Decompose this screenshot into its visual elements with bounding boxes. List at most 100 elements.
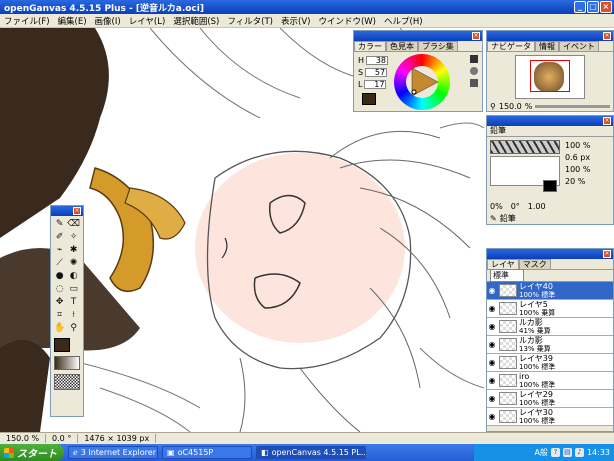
layer-panel-close-icon[interactable]: ×: [603, 250, 611, 258]
min-size-row[interactable]: 20 %: [565, 176, 590, 188]
tool-palette-close-icon[interactable]: ×: [73, 207, 81, 215]
current-color-swatch[interactable]: [362, 93, 376, 105]
layer-row[interactable]: ◉ ルカ影 13% 乗算: [487, 336, 613, 354]
zoom-tool-icon[interactable]: ⚲: [67, 322, 80, 333]
task-folder[interactable]: ▣ oC4515P: [162, 446, 252, 459]
windows-flag-icon: [4, 447, 14, 458]
main-color-swatch[interactable]: [54, 338, 70, 352]
fill-tool-icon[interactable]: ●: [54, 270, 65, 281]
menu-view[interactable]: 表示(V): [277, 15, 314, 27]
tool-name[interactable]: 鉛筆: [500, 213, 516, 224]
eye-icon[interactable]: ◉: [487, 286, 497, 295]
layer-row[interactable]: ◉ レイヤ29 100% 標準: [487, 390, 613, 408]
minimize-button[interactable]: _: [574, 1, 586, 13]
navigator-preview[interactable]: [515, 55, 585, 99]
opacity-row[interactable]: 100 %: [565, 140, 590, 152]
hand-tool-icon[interactable]: ✋: [54, 322, 65, 333]
tool-palette: × ✎ ⌫ ✐ ✧ ⌁ ✱ ⟋ ✺ ● ◐ ◌ ▭ ✥ T ⌗ ⟊ ✋ ⚲: [50, 205, 84, 417]
layer-name: レイヤ30: [519, 407, 553, 417]
tab-info[interactable]: 情報: [535, 41, 559, 51]
menu-selection[interactable]: 選択範囲(S): [169, 15, 223, 27]
layer-row[interactable]: ◉ ルカ影 41% 乗算: [487, 318, 613, 336]
menu-image[interactable]: 画像(I): [91, 15, 125, 27]
eye-icon[interactable]: ◉: [487, 322, 497, 331]
menu-help[interactable]: ヘルプ(H): [380, 15, 427, 27]
blur-tool-icon[interactable]: ✱: [67, 244, 80, 255]
pencil-tool-icon[interactable]: ✐: [54, 231, 65, 242]
eye-icon[interactable]: ◉: [487, 376, 497, 385]
eye-icon[interactable]: ◉: [487, 304, 497, 313]
start-button[interactable]: スタート: [0, 444, 64, 461]
eye-icon[interactable]: ◉: [487, 412, 497, 421]
tab-mask[interactable]: マスク: [518, 259, 551, 269]
navigator-zoom-value[interactable]: 150.0: [499, 102, 522, 111]
size-row[interactable]: 0.6 px: [565, 152, 590, 164]
gradient-tool-icon[interactable]: ◐: [67, 270, 80, 281]
brush-color-swatch[interactable]: [543, 180, 557, 192]
text-tool-icon[interactable]: T: [67, 296, 80, 307]
menu-file[interactable]: ファイル(F): [0, 15, 54, 27]
eraser-tool-icon[interactable]: ⌫: [67, 218, 80, 229]
volume-icon[interactable]: ♪: [574, 448, 584, 457]
pen-tool-icon[interactable]: ✎: [54, 218, 65, 229]
window-titlebar: openGanvas 4.5.15 Plus - [逆音ルカa.oci] _ □…: [0, 0, 614, 14]
layer-row[interactable]: ◉ iro 100% 標準: [487, 372, 613, 390]
zoom-slider[interactable]: [535, 105, 610, 108]
pencil-icon: ✎: [490, 214, 497, 223]
select-tool-icon[interactable]: ▭: [67, 283, 80, 294]
move-tool-icon[interactable]: ✥: [54, 296, 65, 307]
tab-navigator[interactable]: ナビゲータ: [487, 41, 535, 51]
task-opencanvas[interactable]: ◧ openCanvas 4.5.15 PL...: [256, 446, 366, 459]
dropper-tool-icon[interactable]: ⟋: [54, 257, 65, 268]
brush-panel-close-icon[interactable]: ×: [603, 117, 611, 125]
pressure-value-1: 0%: [490, 202, 503, 211]
menu-edit[interactable]: 編集(E): [54, 15, 91, 27]
network-icon[interactable]: ▤: [562, 448, 572, 457]
lasso-tool-icon[interactable]: ◌: [54, 283, 65, 294]
zoom-icon[interactable]: ⚲: [490, 102, 496, 111]
eye-icon[interactable]: ◉: [487, 340, 497, 349]
task-internet-explorer[interactable]: ℯ3 Internet Explorer: [68, 446, 158, 459]
tab-brush-set[interactable]: ブラシ集: [418, 41, 458, 51]
gradient-swatch[interactable]: [54, 356, 80, 370]
navigator-close-icon[interactable]: ×: [603, 32, 611, 40]
brush-tool-icon[interactable]: ⌁: [54, 244, 65, 255]
ime-indicator[interactable]: A般: [534, 447, 547, 458]
crop-tool-icon[interactable]: ⌗: [54, 309, 65, 320]
tab-swatches[interactable]: 色見本: [386, 41, 418, 51]
tab-color[interactable]: カラー: [354, 41, 386, 51]
color-triangle[interactable]: [394, 54, 450, 110]
layer-row[interactable]: ◉ レイヤ30 100% 標準: [487, 408, 613, 426]
texture-swatch[interactable]: [54, 374, 80, 390]
menu-filter[interactable]: フィルタ(T): [223, 15, 277, 27]
ime-icon[interactable]: ?: [550, 448, 560, 457]
palette-mode-icon[interactable]: [470, 79, 478, 87]
eye-icon[interactable]: ◉: [487, 358, 497, 367]
color-wheel[interactable]: [394, 54, 450, 110]
wheel-mode-icon[interactable]: [470, 67, 478, 75]
menu-layer[interactable]: レイヤ(L): [125, 15, 170, 27]
close-button[interactable]: ×: [600, 1, 612, 13]
blend-mode-select[interactable]: 標準: [490, 269, 524, 282]
layer-thumbnail: [499, 410, 517, 423]
density-row[interactable]: 100 %: [565, 164, 590, 176]
eyedropper-tool-icon[interactable]: ⟊: [67, 309, 80, 320]
tab-event[interactable]: イベント: [559, 41, 599, 51]
layer-row[interactable]: ◉ レイヤ5 100% 乗算: [487, 300, 613, 318]
layer-row[interactable]: ◉ レイヤ40 100% 標準: [487, 282, 613, 300]
hue-field[interactable]: H 38: [358, 56, 389, 65]
saturation-field[interactable]: S 57: [358, 68, 388, 77]
color-mode-icon[interactable]: [470, 55, 478, 63]
lightness-field[interactable]: L 17: [358, 80, 387, 89]
body-lines: [59, 347, 484, 432]
eye-icon[interactable]: ◉: [487, 394, 497, 403]
watercolor-tool-icon[interactable]: ✺: [67, 257, 80, 268]
tab-layer[interactable]: レイヤ: [487, 259, 519, 269]
color-panel-close-icon[interactable]: ×: [472, 32, 480, 40]
layer-row[interactable]: ◉ レイヤ39 100% 標準: [487, 354, 613, 372]
brush-presets[interactable]: [490, 140, 560, 154]
maximize-button[interactable]: □: [587, 1, 599, 13]
menu-window[interactable]: ウインドウ(W): [314, 15, 380, 27]
color-panel: × カラー 色見本 ブラシ集 H 38 S 57 L 17: [353, 30, 483, 112]
airbrush-tool-icon[interactable]: ✧: [67, 231, 80, 242]
